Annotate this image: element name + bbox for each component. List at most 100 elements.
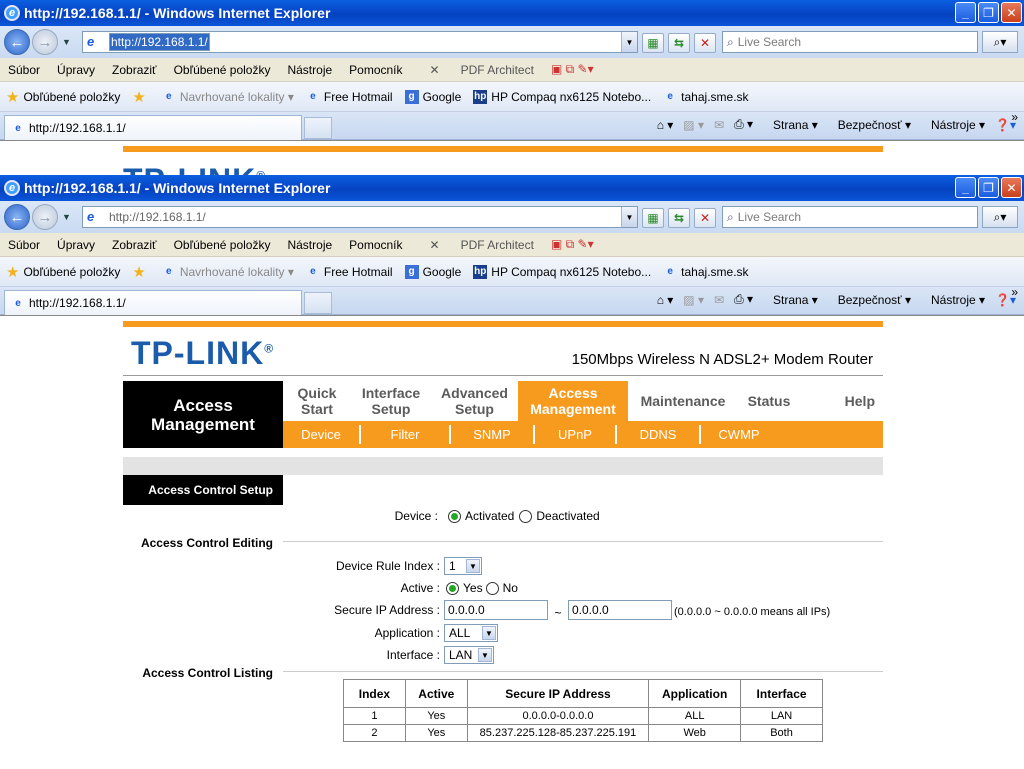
mail-icon[interactable]: ✉ (714, 293, 724, 307)
menu-edit[interactable]: Úpravy (57, 63, 95, 77)
add-favorite-icon[interactable]: ★ (132, 88, 149, 106)
menu-view[interactable]: Zobraziť (112, 238, 157, 252)
subnav-snmp[interactable]: SNMP (451, 425, 535, 444)
fav-free-hotmail[interactable]: e Free Hotmail (306, 265, 392, 279)
fav-tahaj[interactable]: e tahaj.sme.sk (663, 265, 748, 279)
address-bar[interactable]: e http://192.168.1.1/ ▼ (82, 206, 638, 228)
forward-button[interactable]: → (32, 204, 58, 230)
cmd-tools[interactable]: Nástroje ▾ (921, 118, 985, 132)
feeds-icon[interactable]: ▨ ▾ (683, 293, 704, 307)
search-box[interactable]: ⌕ Live Search (722, 206, 978, 228)
print-icon[interactable]: ⎙ ▾ (734, 117, 753, 132)
nav-advanced-setup[interactable]: Advanced Setup (431, 381, 518, 421)
device-deactivated-radio[interactable] (519, 509, 533, 523)
subnav-upnp[interactable]: UPnP (535, 425, 617, 444)
home-icon[interactable]: ⌂ ▾ (657, 293, 674, 307)
cmd-safety[interactable]: Bezpečnosť ▾ (828, 118, 911, 132)
nav-help[interactable]: Help (800, 381, 883, 421)
new-tab-button[interactable] (304, 117, 332, 139)
pdf-architect[interactable]: PDF Architect (461, 63, 534, 77)
fav-tahaj[interactable]: e tahaj.sme.sk (663, 90, 748, 104)
address-dropdown-icon[interactable]: ▼ (621, 32, 637, 52)
add-favorite-icon[interactable]: ★ (132, 263, 149, 281)
subnav-filter[interactable]: Filter (361, 425, 451, 444)
menu-favorites[interactable]: Obľúbené položky (174, 63, 271, 77)
ip-end-input[interactable]: 0.0.0.0 (568, 600, 672, 620)
favorites-button[interactable]: ★ Obľúbené položky (6, 88, 120, 106)
fav-free-hotmail[interactable]: e Free Hotmail (306, 90, 392, 104)
chevron-icon[interactable]: » (1011, 285, 1018, 299)
address-dropdown-icon[interactable]: ▼ (621, 207, 637, 227)
menu-file[interactable]: Súbor (8, 238, 40, 252)
nav-quick-start[interactable]: Quick Start (283, 381, 351, 421)
feeds-icon[interactable]: ▨ ▾ (683, 118, 704, 132)
stop-icon[interactable]: ✕ (694, 33, 716, 53)
history-dropdown-icon[interactable]: ▼ (62, 212, 74, 222)
menu-favorites[interactable]: Obľúbené položky (174, 238, 271, 252)
address-value[interactable]: http://192.168.1.1/ (109, 210, 206, 224)
refresh-icon[interactable]: ⇆ (668, 208, 690, 228)
cmd-tools[interactable]: Nástroje ▾ (921, 293, 985, 307)
history-dropdown-icon[interactable]: ▼ (62, 37, 74, 47)
pdf-close-icon[interactable]: ✕ (430, 63, 440, 77)
cmd-page[interactable]: Strana ▾ (763, 118, 818, 132)
minimize-button[interactable]: _ (955, 177, 976, 198)
title-bar[interactable]: e http://192.168.1.1/ - Windows Internet… (0, 175, 1024, 201)
fav-hp-compaq[interactable]: hp HP Compaq nx6125 Notebo... (473, 89, 651, 104)
address-bar[interactable]: e http://192.168.1.1/ ▼ (82, 31, 638, 53)
tab-active[interactable]: e http://192.168.1.1/ (4, 290, 302, 315)
menu-edit[interactable]: Úpravy (57, 238, 95, 252)
active-yes-radio[interactable] (446, 581, 459, 595)
menu-help[interactable]: Pomocník (349, 238, 402, 252)
fav-suggested-sites[interactable]: e Navrhované lokality ▾ (162, 265, 294, 279)
fav-suggested-sites[interactable]: e Navrhované lokality ▾ (162, 90, 294, 104)
fav-hp-compaq[interactable]: hp HP Compaq nx6125 Notebo... (473, 264, 651, 279)
pdf-architect[interactable]: PDF Architect (461, 238, 534, 252)
mail-icon[interactable]: ✉ (714, 118, 724, 132)
pdf-tools-icon[interactable]: ▣ ⧉ ✎▾ (551, 62, 594, 77)
title-bar[interactable]: e http://192.168.1.1/ - Windows Internet… (0, 0, 1024, 26)
close-button[interactable]: ✕ (1001, 177, 1022, 198)
close-button[interactable]: ✕ (1001, 2, 1022, 23)
forward-button[interactable]: → (32, 29, 58, 55)
rule-index-select[interactable]: 1 ▼ (444, 557, 482, 575)
menu-help[interactable]: Pomocník (349, 63, 402, 77)
chevron-icon[interactable]: » (1011, 110, 1018, 124)
search-box[interactable]: ⌕ Live Search (722, 31, 978, 53)
home-icon[interactable]: ⌂ ▾ (657, 118, 674, 132)
active-no-radio[interactable] (485, 581, 499, 595)
nav-maintenance[interactable]: Maintenance (628, 381, 738, 421)
nav-status[interactable]: Status (738, 381, 800, 421)
menu-view[interactable]: Zobraziť (112, 63, 157, 77)
favorites-button[interactable]: ★ Obľúbené položky (6, 263, 120, 281)
search-button[interactable]: ⌕▾ (982, 31, 1018, 53)
minimize-button[interactable]: _ (955, 2, 976, 23)
compatibility-icon[interactable]: ▦ (642, 208, 664, 228)
compatibility-icon[interactable]: ▦ (642, 33, 664, 53)
maximize-button[interactable]: ❐ (978, 177, 999, 198)
print-icon[interactable]: ⎙ ▾ (734, 292, 753, 307)
interface-select[interactable]: LAN ▼ (444, 646, 494, 664)
menu-file[interactable]: Súbor (8, 63, 40, 77)
nav-access-management[interactable]: Access Management (518, 381, 628, 421)
menu-tools[interactable]: Nástroje (287, 238, 332, 252)
menu-tools[interactable]: Nástroje (287, 63, 332, 77)
nav-interface-setup[interactable]: Interface Setup (351, 381, 431, 421)
subnav-ddns[interactable]: DDNS (617, 425, 701, 444)
new-tab-button[interactable] (304, 292, 332, 314)
ip-start-input[interactable]: 0.0.0.0 (444, 600, 548, 620)
fav-google[interactable]: g Google (404, 89, 461, 104)
cmd-page[interactable]: Strana ▾ (763, 293, 818, 307)
address-value[interactable]: http://192.168.1.1/ (109, 33, 210, 51)
cmd-safety[interactable]: Bezpečnosť ▾ (828, 293, 911, 307)
fav-google[interactable]: g Google (404, 264, 461, 279)
application-select[interactable]: ALL ▼ (444, 624, 498, 642)
subnav-cwmp[interactable]: CWMP (701, 425, 777, 444)
tab-active[interactable]: e http://192.168.1.1/ (4, 115, 302, 140)
refresh-icon[interactable]: ⇆ (668, 33, 690, 53)
stop-icon[interactable]: ✕ (694, 208, 716, 228)
pdf-tools-icon[interactable]: ▣ ⧉ ✎▾ (551, 237, 594, 252)
device-activated-radio[interactable] (448, 509, 461, 523)
back-button[interactable]: ← (4, 204, 30, 230)
search-button[interactable]: ⌕▾ (982, 206, 1018, 228)
